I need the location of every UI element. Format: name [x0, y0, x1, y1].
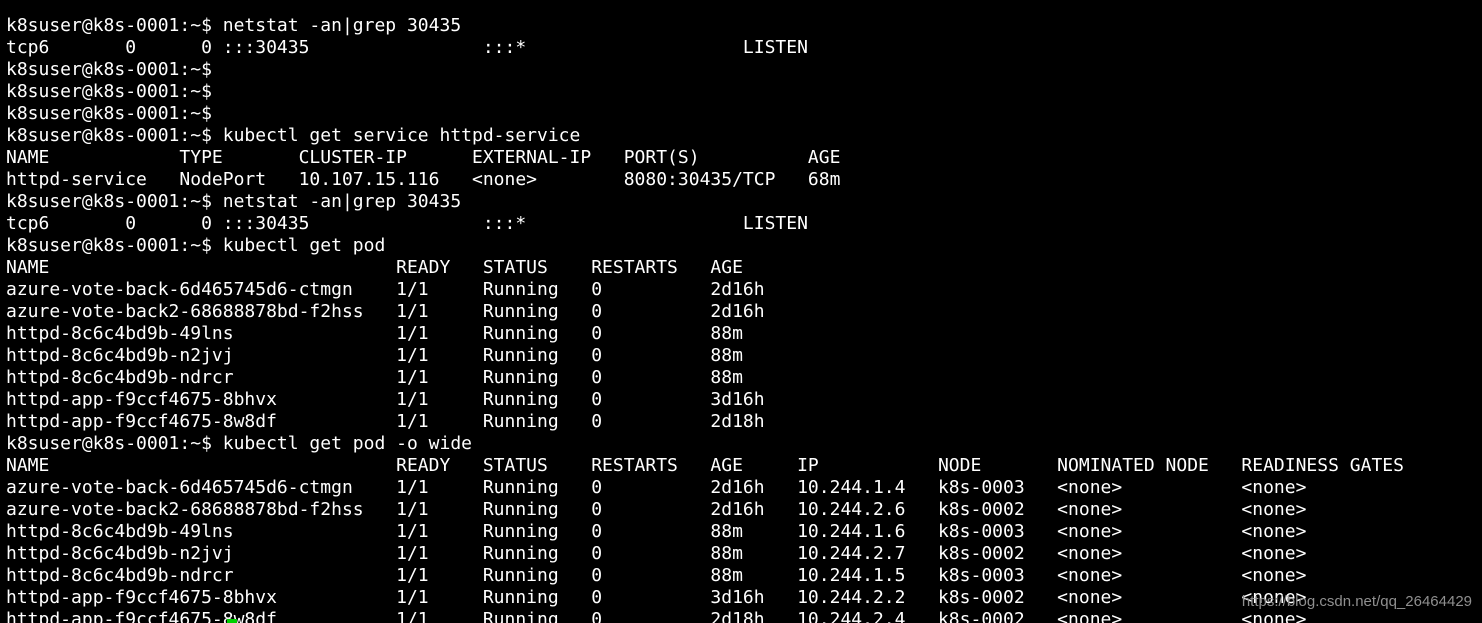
- terminal-line: httpd-8c6c4bd9b-ndrcr 1/1 Running 0 88m: [6, 367, 743, 388]
- terminal-line: httpd-8c6c4bd9b-49lns 1/1 Running 0 88m …: [6, 521, 1307, 542]
- terminal-line: tcp6 0 0 :::30435 :::* LISTEN: [6, 37, 808, 58]
- terminal-cursor: [227, 619, 237, 623]
- terminal-line: httpd-app-f9ccf4675-8bhvx 1/1 Running 0 …: [6, 587, 1307, 608]
- terminal-window[interactable]: k8suser@k8s-0001:~$ netstat -an|grep 304…: [0, 0, 1482, 623]
- terminal-line: k8suser@k8s-0001:~$ netstat -an|grep 304…: [6, 15, 462, 36]
- terminal-line: k8suser@k8s-0001:~$: [6, 103, 212, 124]
- terminal-line: httpd-8c6c4bd9b-ndrcr 1/1 Running 0 88m …: [6, 565, 1307, 586]
- terminal-output: k8suser@k8s-0001:~$ netstat -an|grep 304…: [6, 0, 1404, 623]
- terminal-line: httpd-8c6c4bd9b-49lns 1/1 Running 0 88m: [6, 323, 743, 344]
- terminal-line: httpd-app-f9ccf4675-8w8df 1/1 Running 0 …: [6, 411, 765, 432]
- terminal-line: azure-vote-back2-68688878bd-f2hss 1/1 Ru…: [6, 301, 765, 322]
- terminal-line: NAME READY STATUS RESTARTS AGE: [6, 257, 743, 278]
- terminal-line: azure-vote-back-6d465745d6-ctmgn 1/1 Run…: [6, 477, 1307, 498]
- terminal-line: k8suser@k8s-0001:~$ kubectl get pod: [6, 235, 386, 256]
- terminal-line: azure-vote-back2-68688878bd-f2hss 1/1 Ru…: [6, 499, 1307, 520]
- terminal-line: tcp6 0 0 :::30435 :::* LISTEN: [6, 213, 808, 234]
- terminal-line: k8suser@k8s-0001:~$ kubectl get service …: [6, 125, 581, 146]
- terminal-line: k8suser@k8s-0001:~$: [6, 81, 212, 102]
- terminal-line: NAME TYPE CLUSTER-IP EXTERNAL-IP PORT(S)…: [6, 147, 841, 168]
- terminal-line: httpd-8c6c4bd9b-n2jvj 1/1 Running 0 88m …: [6, 543, 1307, 564]
- terminal-line: k8suser@k8s-0001:~$: [6, 59, 212, 80]
- terminal-line: httpd-service NodePort 10.107.15.116 <no…: [6, 169, 841, 190]
- terminal-line: k8suser@k8s-0001:~$ netstat -an|grep 304…: [6, 191, 462, 212]
- terminal-line: k8suser@k8s-0001:~$ kubectl get pod -o w…: [6, 433, 472, 454]
- terminal-line: azure-vote-back-6d465745d6-ctmgn 1/1 Run…: [6, 279, 765, 300]
- terminal-line: httpd-8c6c4bd9b-n2jvj 1/1 Running 0 88m: [6, 345, 743, 366]
- terminal-line: NAME READY STATUS RESTARTS AGE IP NODE N…: [6, 455, 1404, 476]
- watermark: https://blog.csdn.net/qq_26464429: [1241, 593, 1472, 610]
- terminal-line: httpd-app-f9ccf4675-8bhvx 1/1 Running 0 …: [6, 389, 765, 410]
- terminal-line: httpd-app-f9ccf4675-8w8df 1/1 Running 0 …: [6, 609, 1307, 623]
